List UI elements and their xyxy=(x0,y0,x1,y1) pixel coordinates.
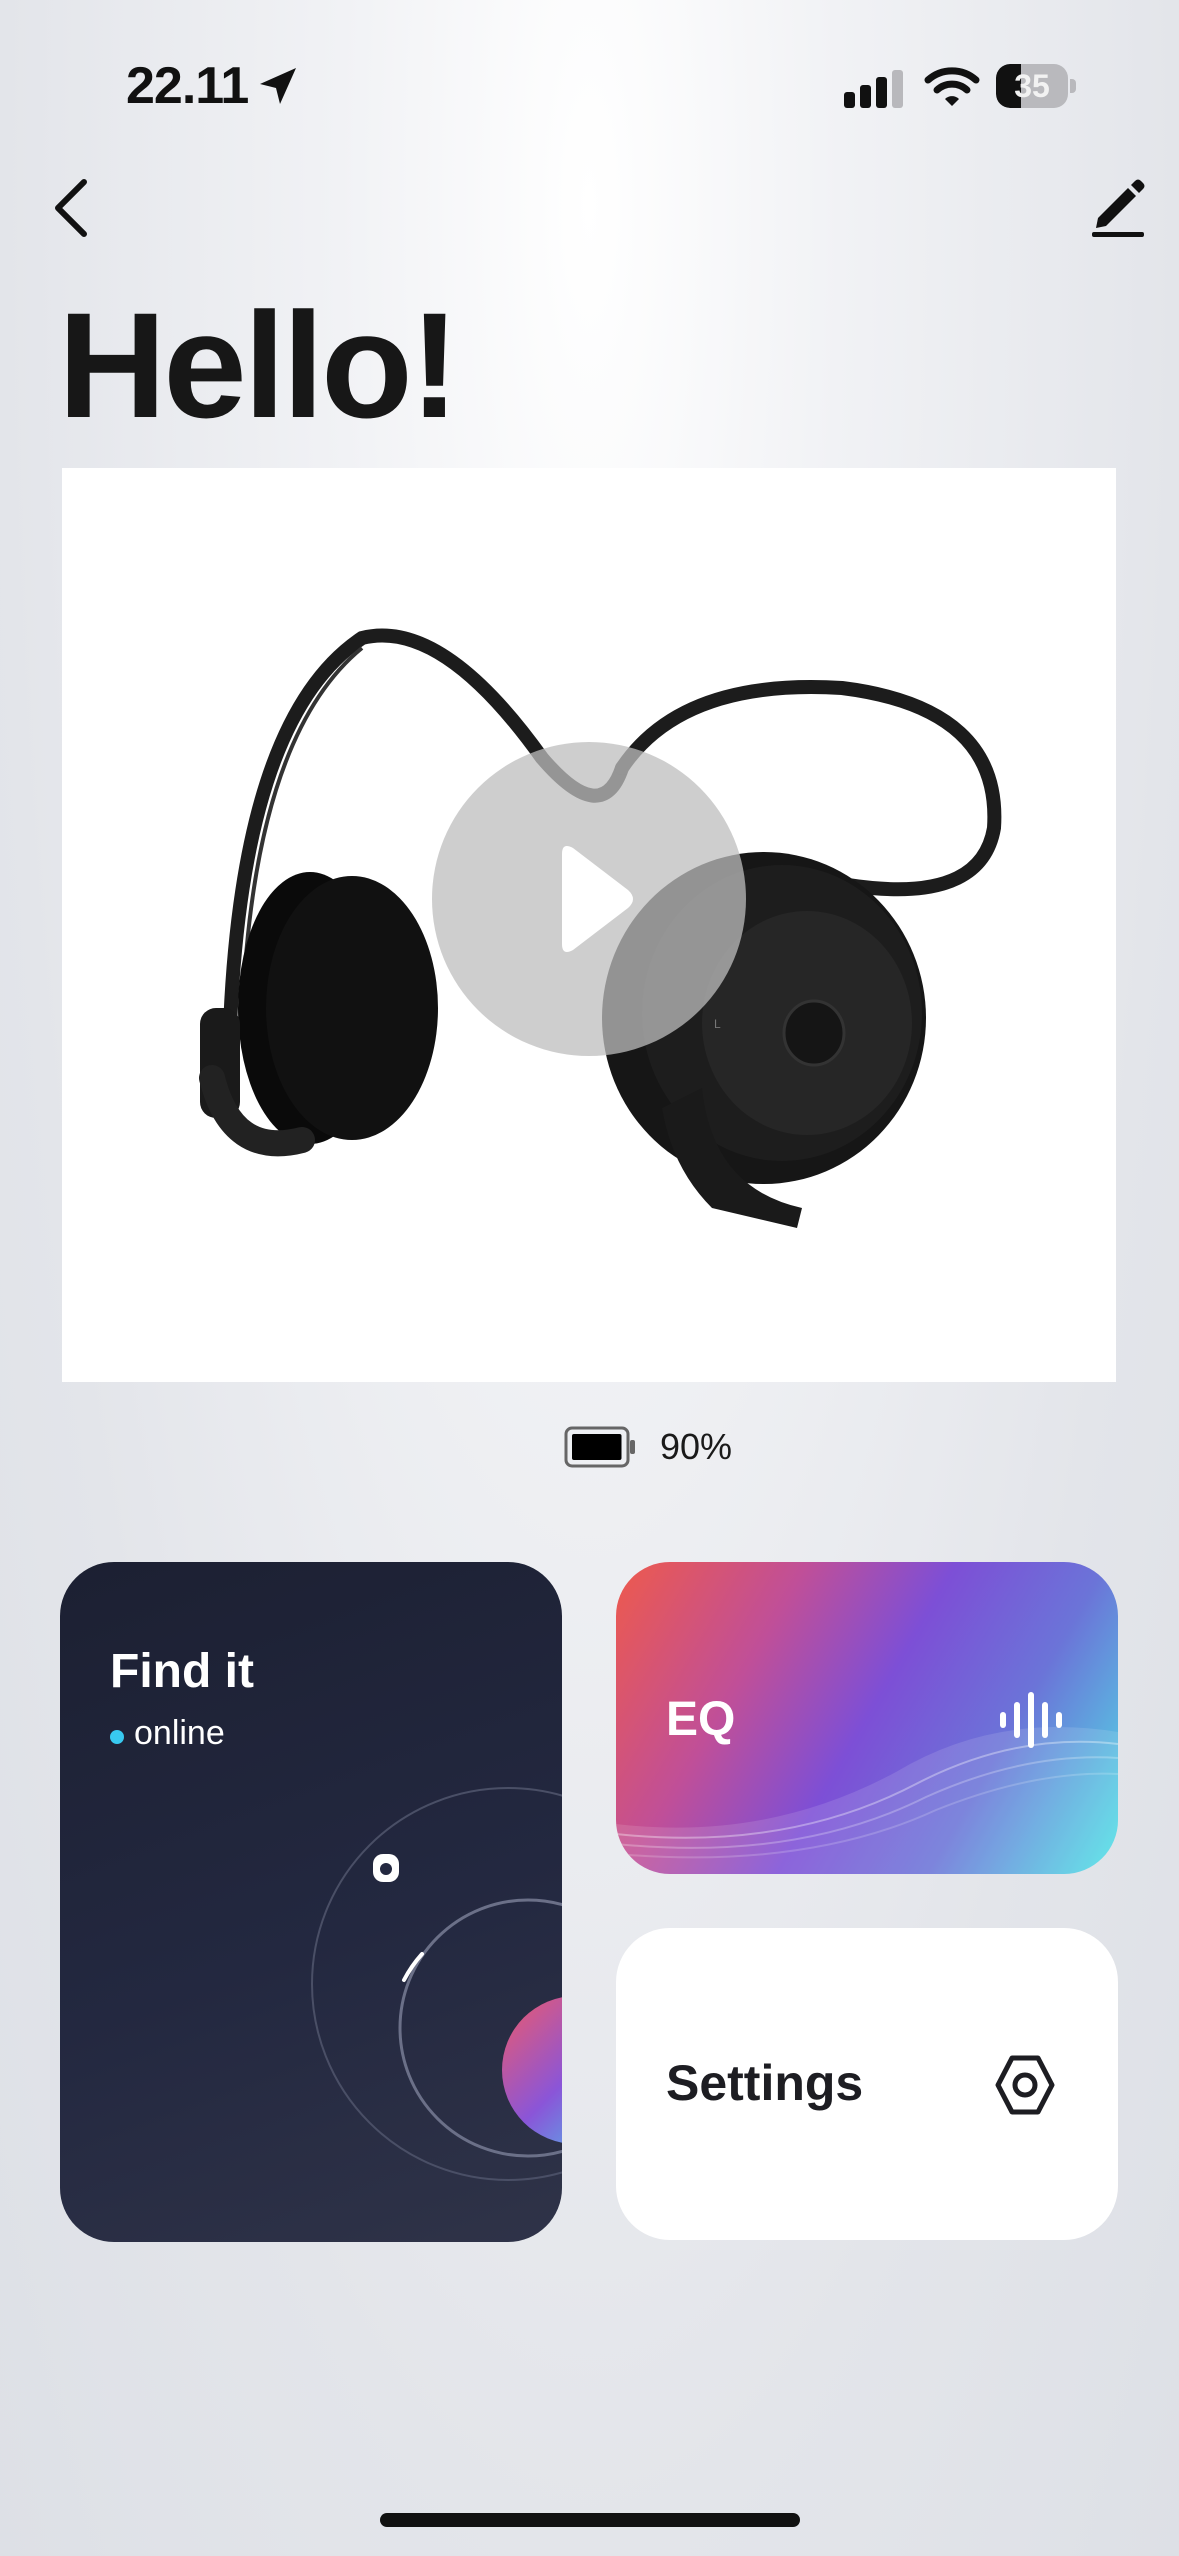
settings-tile[interactable]: Settings xyxy=(616,1928,1118,2240)
online-status-dot xyxy=(110,1730,124,1744)
play-icon xyxy=(562,846,633,952)
chevron-left-icon xyxy=(55,179,87,237)
eq-title: EQ xyxy=(666,1693,736,1746)
play-button[interactable] xyxy=(432,742,746,1056)
device-battery-percent: 90% xyxy=(660,1426,733,1467)
gear-hexagon-icon xyxy=(995,2055,1055,2115)
status-time: 22.11 xyxy=(126,57,249,115)
find-it-title: Find it xyxy=(110,1645,254,1698)
back-button[interactable] xyxy=(40,168,120,248)
find-it-status: online xyxy=(134,1714,225,1752)
wifi-icon xyxy=(924,67,980,106)
settings-title: Settings xyxy=(666,2055,864,2111)
edit-button[interactable] xyxy=(1080,166,1160,246)
status-battery-level: 35 xyxy=(1014,68,1050,104)
find-it-tile[interactable]: Find it online xyxy=(60,1562,562,2242)
home-indicator[interactable] xyxy=(380,2513,800,2527)
pencil-icon xyxy=(1092,179,1145,237)
eq-tile[interactable]: EQ xyxy=(616,1562,1118,1874)
location-arrow-icon xyxy=(260,68,296,104)
sound-wave-icon xyxy=(1000,1692,1062,1748)
battery-icon: 35 xyxy=(996,64,1076,108)
page-title: Hello! xyxy=(58,281,460,449)
cellular-signal-icon xyxy=(844,70,903,108)
location-pin-icon xyxy=(373,1854,399,1882)
device-battery-icon xyxy=(564,1426,635,1468)
